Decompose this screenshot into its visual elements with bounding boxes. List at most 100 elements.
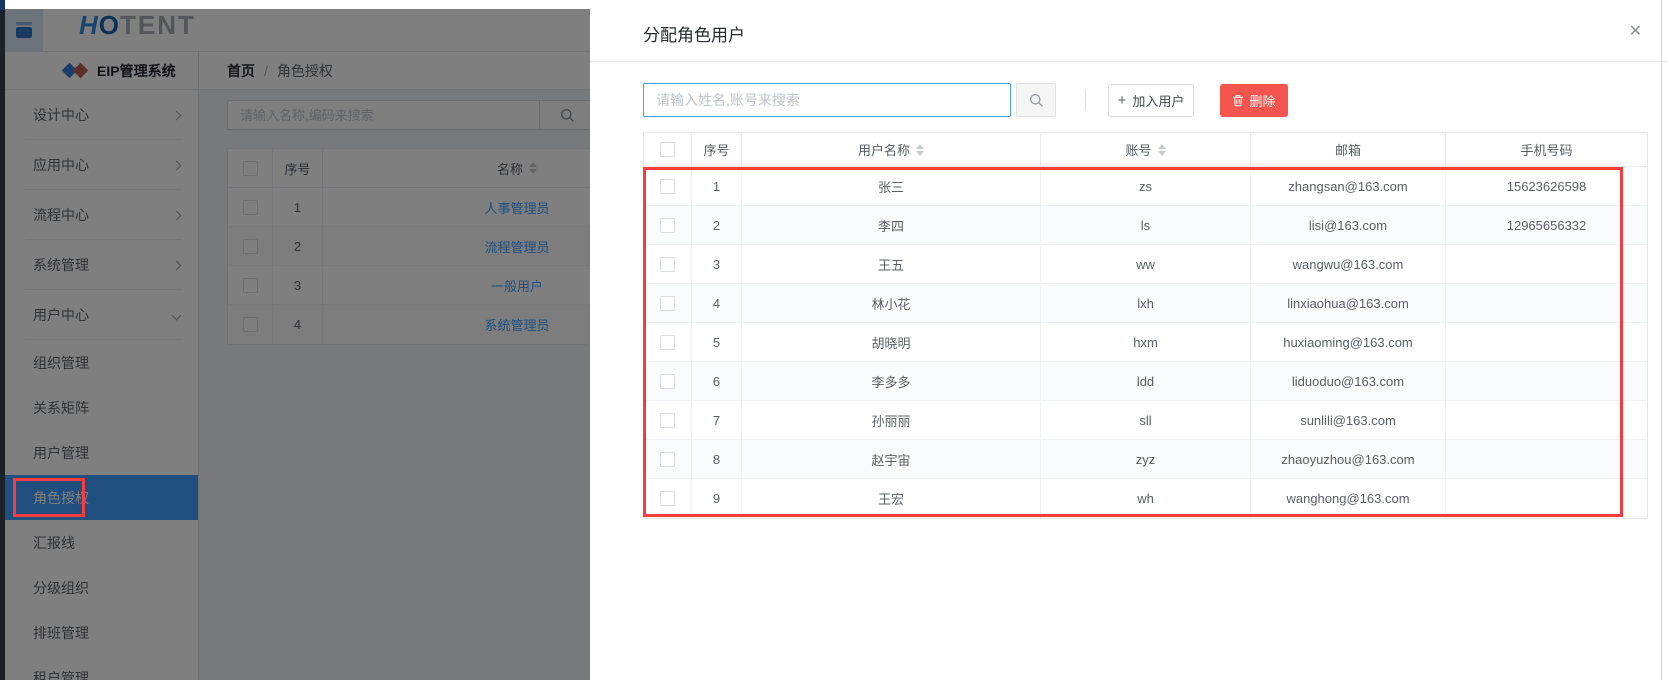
column-header-phone: 手机号码 [1446, 133, 1647, 167]
checkbox-cell [644, 323, 692, 362]
cell-email: wanghong@163.com [1251, 479, 1446, 518]
row-checkbox[interactable] [660, 179, 675, 194]
table-row: 9王宏whwanghong@163.com [644, 479, 1647, 518]
checkbox-cell [644, 479, 692, 518]
drawer-right-edge [1661, 0, 1662, 680]
row-checkbox[interactable] [660, 257, 675, 272]
cell-phone [1446, 440, 1647, 479]
top-strip [5, 0, 590, 9]
cell-index: 2 [692, 206, 742, 245]
table-row: 2李四lslisi@163.com12965656332 [644, 206, 1647, 245]
add-user-label: 加入用户 [1132, 91, 1184, 110]
annotation-box-sidebar [13, 478, 85, 517]
cell-phone [1446, 401, 1647, 440]
close-icon[interactable]: ✕ [1629, 21, 1642, 41]
app-screen: HOTENT EIP管理系统 设计中心应用中心流程中心系统管理用户中心组织管理关… [0, 0, 1668, 680]
row-checkbox[interactable] [660, 491, 675, 506]
cell-name: 孙丽丽 [742, 401, 1041, 440]
cell-email: lisi@163.com [1251, 206, 1446, 245]
cell-account: ww [1041, 245, 1251, 284]
row-checkbox[interactable] [660, 296, 675, 311]
cell-index: 3 [692, 245, 742, 284]
toolbar-divider [1085, 89, 1086, 111]
cell-index: 4 [692, 284, 742, 323]
cell-name: 李四 [742, 206, 1041, 245]
cell-name: 李多多 [742, 362, 1041, 401]
drawer-header: 分配角色用户 ✕ [590, 0, 1668, 62]
select-all-checkbox[interactable] [660, 142, 675, 157]
row-checkbox[interactable] [660, 374, 675, 389]
column-header-label: 用户名称 [858, 140, 910, 159]
cell-account: zs [1041, 167, 1251, 206]
cell-name: 赵宇宙 [742, 440, 1041, 479]
table-row: 4林小花lxhlinxiaohua@163.com [644, 284, 1647, 323]
checkbox-cell [644, 284, 692, 323]
user-search-button[interactable] [1016, 83, 1056, 117]
table-row: 3王五wwwangwu@163.com [644, 245, 1647, 284]
delete-label: 删除 [1249, 91, 1275, 110]
checkbox-cell [644, 440, 692, 479]
user-search-input[interactable] [643, 83, 1011, 117]
table-row: 5胡晓明hxmhuxiaoming@163.com [644, 323, 1647, 362]
cell-account: ls [1041, 206, 1251, 245]
cell-phone [1446, 245, 1647, 284]
row-checkbox[interactable] [660, 452, 675, 467]
cell-index: 6 [692, 362, 742, 401]
sort-up-icon [1158, 144, 1166, 149]
cell-name: 王宏 [742, 479, 1041, 518]
cell-index: 8 [692, 440, 742, 479]
add-user-button[interactable]: + 加入用户 [1108, 84, 1194, 117]
search-icon [1029, 93, 1044, 108]
row-checkbox[interactable] [660, 335, 675, 350]
checkbox-cell [644, 167, 692, 206]
cell-email: linxiaohua@163.com [1251, 284, 1446, 323]
cell-phone: 12965656332 [1446, 206, 1647, 245]
column-header-email: 邮箱 [1251, 133, 1446, 167]
row-checkbox[interactable] [660, 218, 675, 233]
checkbox-cell [644, 362, 692, 401]
row-checkbox[interactable] [660, 413, 675, 428]
cell-phone: 15623626598 [1446, 167, 1647, 206]
sort-down-icon [916, 151, 924, 156]
checkbox-cell [644, 206, 692, 245]
cell-phone [1446, 284, 1647, 323]
assign-users-drawer: 分配角色用户 ✕ + 加入用户 删除 序号用户名称账 [590, 0, 1668, 680]
cell-account: lxh [1041, 284, 1251, 323]
table-row: 6李多多lddliduoduo@163.com [644, 362, 1647, 401]
cell-email: sunlili@163.com [1251, 401, 1446, 440]
cell-name: 林小花 [742, 284, 1041, 323]
cell-email: huxiaoming@163.com [1251, 323, 1446, 362]
cell-account: ldd [1041, 362, 1251, 401]
column-header-account[interactable]: 账号 [1041, 133, 1251, 167]
cell-name: 胡晓明 [742, 323, 1041, 362]
users-table: 序号 用户名称 账号邮箱 手机号码 1张三zszhangsan@163.com15623… [643, 132, 1648, 519]
cell-email: zhangsan@163.com [1251, 167, 1446, 206]
checkbox-cell [644, 401, 692, 440]
checkbox-cell [644, 245, 692, 284]
cell-account: wh [1041, 479, 1251, 518]
drawer-title: 分配角色用户 [643, 21, 745, 46]
cell-email: liduoduo@163.com [1251, 362, 1446, 401]
column-header-label: 手机号码 [1520, 140, 1572, 159]
cell-name: 张三 [742, 167, 1041, 206]
cell-account: hxm [1041, 323, 1251, 362]
cell-index: 7 [692, 401, 742, 440]
drawer-toolbar: + 加入用户 删除 [643, 83, 1288, 117]
cell-phone [1446, 479, 1647, 518]
sort-up-icon [916, 144, 924, 149]
cell-phone [1446, 362, 1647, 401]
delete-button[interactable]: 删除 [1220, 84, 1288, 117]
column-header-user-name[interactable]: 用户名称 [742, 133, 1041, 167]
sort-icon [916, 144, 924, 156]
cell-email: wangwu@163.com [1251, 245, 1446, 284]
trash-icon [1232, 94, 1244, 107]
cell-index: 9 [692, 479, 742, 518]
checkbox-cell [644, 133, 692, 167]
modal-overlay[interactable] [0, 0, 590, 680]
cell-name: 王五 [742, 245, 1041, 284]
column-header-serial: 序号 [692, 133, 742, 167]
cell-phone [1446, 323, 1647, 362]
plus-icon: + [1118, 92, 1127, 109]
table-row: 7孙丽丽sllsunlili@163.com [644, 401, 1647, 440]
table-row: 1张三zszhangsan@163.com15623626598 [644, 167, 1647, 206]
